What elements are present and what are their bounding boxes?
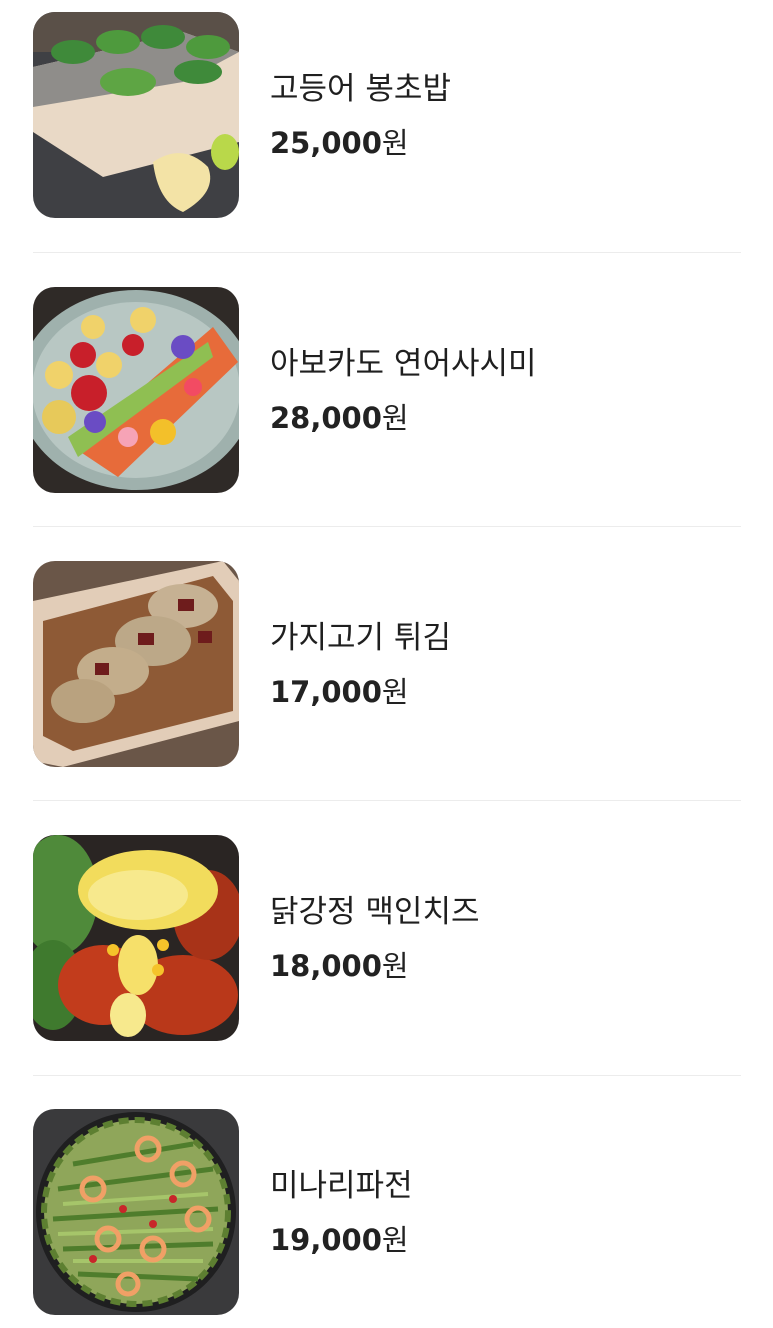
menu-item-name: 닭강정 맥인치즈 <box>270 894 480 930</box>
price-currency: 원 <box>381 401 409 435</box>
price-currency: 원 <box>381 949 409 983</box>
menu-list: 고등어 봉초밥 25,000원 아보카도 연어사시미 28,000원 가지고기 … <box>0 0 773 1328</box>
eggplant-meat-fritter-photo <box>33 561 239 767</box>
menu-item-photo[interactable] <box>33 1109 239 1315</box>
menu-item-price: 19,000원 <box>270 1220 409 1260</box>
water-parsley-pancake-photo <box>33 1109 239 1315</box>
menu-item[interactable]: 가지고기 튀김 17,000원 <box>33 561 741 767</box>
menu-item-photo[interactable] <box>33 561 239 767</box>
menu-item-photo[interactable] <box>33 12 239 218</box>
menu-item-photo[interactable] <box>33 835 239 1041</box>
menu-item-name: 고등어 봉초밥 <box>270 71 451 107</box>
menu-item-name: 가지고기 튀김 <box>270 620 451 656</box>
menu-item-photo[interactable] <box>33 287 239 493</box>
menu-item[interactable]: 고등어 봉초밥 25,000원 <box>33 12 741 218</box>
mackerel-sushi-photo <box>33 12 239 218</box>
price-amount: 19,000 <box>270 1223 382 1257</box>
menu-item-price: 28,000원 <box>270 398 409 438</box>
price-currency: 원 <box>381 126 409 160</box>
menu-item-name: 아보카도 연어사시미 <box>270 346 537 382</box>
price-currency: 원 <box>381 1223 409 1257</box>
avocado-salmon-sashimi-photo <box>33 287 239 493</box>
menu-item[interactable]: 아보카도 연어사시미 28,000원 <box>33 287 741 493</box>
price-amount: 18,000 <box>270 949 382 983</box>
menu-item-price: 25,000원 <box>270 123 409 163</box>
price-amount: 28,000 <box>270 401 382 435</box>
divider <box>33 1075 741 1076</box>
menu-item[interactable]: 닭강정 맥인치즈 18,000원 <box>33 835 741 1041</box>
price-currency: 원 <box>381 675 409 709</box>
divider <box>33 800 741 801</box>
divider <box>33 526 741 527</box>
price-amount: 17,000 <box>270 675 382 709</box>
menu-item[interactable]: 미나리파전 19,000원 <box>33 1109 741 1315</box>
menu-item-price: 17,000원 <box>270 672 409 712</box>
price-amount: 25,000 <box>270 126 382 160</box>
divider <box>33 252 741 253</box>
menu-item-price: 18,000원 <box>270 946 409 986</box>
menu-item-name: 미나리파전 <box>270 1168 413 1204</box>
sweet-crispy-chicken-mac-cheese-photo <box>33 835 239 1041</box>
